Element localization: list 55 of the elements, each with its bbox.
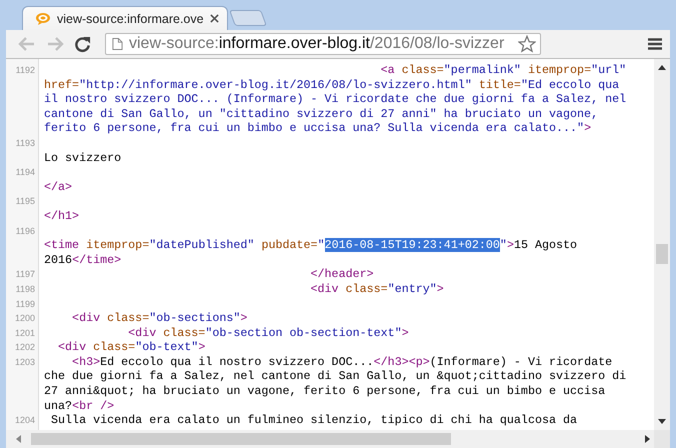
swirl-icon	[35, 12, 51, 26]
up-arrow-icon[interactable]	[658, 65, 666, 70]
line-number: 1204	[14, 415, 35, 426]
star-icon[interactable]	[518, 35, 536, 53]
source-code-line: </header>	[310, 267, 374, 282]
page-icon	[112, 37, 123, 51]
down-arrow-icon[interactable]	[658, 419, 666, 424]
tab-title: view-source:informare.ove	[57, 12, 204, 26]
line-number: 1197	[16, 269, 35, 280]
source-code-line: ferito 6 persone, fra cui un bimbo e uccisa una? Sulla vicenda era calato...">	[43, 121, 592, 136]
source-code-line: Sulla vicenda era calato un fulmineo silenzio, tipico di chi ha qualcosa da	[50, 413, 578, 428]
right-arrow-icon[interactable]	[645, 435, 650, 443]
forward-arrow-icon[interactable]	[46, 36, 64, 52]
back-arrow-icon[interactable]	[18, 36, 36, 52]
left-arrow-icon[interactable]	[16, 435, 21, 443]
line-number: 1202	[14, 342, 35, 352]
reload-icon[interactable]	[74, 36, 91, 52]
source-code-line: che due giorni fa a Salez, nel cantone di San Gallo, un &quot;cittadino svizzero di	[43, 369, 626, 384]
source-code-line: <div class="entry">	[310, 282, 444, 296]
close-icon[interactable]	[210, 14, 219, 23]
address-bar[interactable]: view-source:informare.over-blog.it/2016/08/lo-svizzer	[105, 33, 541, 55]
source-code-line: <h3>Ed eccolo qua il nostro svizzero DOC...</h3><p>(Informare) - Vi ricordate	[71, 354, 612, 370]
line-number: 1196	[16, 226, 35, 236]
line-number: 1198	[16, 284, 35, 294]
browser-tab[interactable]: view-source:informare.ove	[22, 6, 228, 30]
line-number: 1203	[14, 356, 35, 367]
source-code-line: <div class="ob-text">	[57, 340, 206, 355]
source-code-line: cantone di San Gallo, un "cittadino svizzero di 27 anni" ha bruciato un vagone,	[43, 106, 598, 122]
line-number: 1199	[16, 298, 35, 308]
new-tab-button[interactable]	[229, 10, 267, 26]
source-code-line: </a>	[43, 178, 72, 194]
source-code-line: una?<br />	[43, 398, 114, 414]
line-number: 1192	[16, 65, 35, 75]
line-number: 1200	[14, 313, 35, 324]
source-code-line: </h1>	[43, 208, 80, 224]
source-code-line: 27 anni&quot; ha bruciato un vagone, ferito 6 persone, fra cui un bimbo e uccisa	[43, 384, 606, 399]
source-code-line: Lo svizzero	[43, 150, 122, 166]
source-code-line: <time itemprop="datePublished" pubdate="2016-08-15T19:23:41+02:00">15 Agosto	[43, 237, 578, 253]
source-code-line: il nostro svizzero DOC... (Informare) - Vi ricordate che due giorni fa a Salez, nel	[43, 92, 626, 107]
horizontal-scrollbar[interactable]	[6, 430, 670, 448]
scrollbar-thumb[interactable]	[31, 433, 451, 445]
source-code-line: <div class="ob-section ob-section-text">	[127, 326, 409, 340]
source-code-line: 2016</time>	[43, 252, 122, 268]
url-text: view-source:informare.over-blog.it/2016/08/lo-svizzer	[129, 35, 506, 53]
scrollbar-corner	[654, 430, 670, 448]
line-number: 1201	[14, 328, 35, 338]
menu-icon[interactable]	[648, 38, 662, 50]
scrollbar-thumb[interactable]	[656, 244, 668, 264]
source-code-line: <a class="permalink" itemprop="url"	[380, 63, 626, 78]
line-number: 1193	[16, 138, 35, 148]
line-number: 1195	[16, 196, 35, 206]
source-code-line: href="http://informare.over-blog.it/2016/08/lo-svizzero.html" title="Ed eccolo qua	[43, 78, 620, 92]
source-code-line: <div class="ob-sections">	[71, 311, 248, 326]
line-number: 1194	[16, 167, 35, 178]
vertical-scrollbar[interactable]	[654, 59, 670, 430]
